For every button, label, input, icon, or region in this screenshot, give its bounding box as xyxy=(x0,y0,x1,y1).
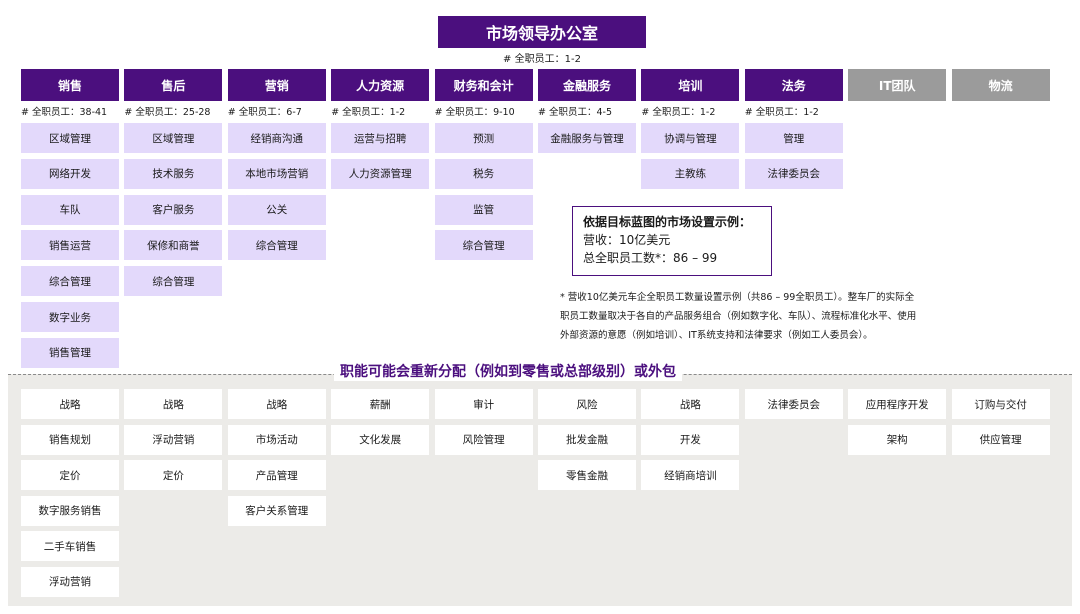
department-header: IT团队 xyxy=(848,69,947,101)
department-fte: # 全职员工：1-2 xyxy=(331,107,406,118)
reallocated-function-cell: 法律委员会 xyxy=(744,389,843,419)
function-cell: 网络开发 xyxy=(21,158,119,189)
function-cell: 人力资源管理 xyxy=(331,158,430,189)
function-cell: 公关 xyxy=(227,194,326,225)
function-cell: 保修和商誉 xyxy=(124,230,223,261)
reallocated-function-cell: 批发金融 xyxy=(538,424,636,455)
footnote-marker: * xyxy=(560,292,565,303)
reallocated-function-cell: 数字服务销售 xyxy=(21,495,119,526)
function-cell: 综合管理 xyxy=(227,230,326,261)
reallocated-function-cell: 应用程序开发 xyxy=(848,389,947,419)
reallocated-function-cell: 风险管理 xyxy=(434,424,533,455)
function-cell: 区域管理 xyxy=(124,123,223,153)
reallocated-function-cell: 产品管理 xyxy=(227,460,326,490)
function-cell: 金融服务与管理 xyxy=(538,123,636,153)
reallocated-function-cell: 定价 xyxy=(21,460,119,490)
reallocated-function-cell: 浮动营销 xyxy=(21,566,119,597)
function-cell: 协调与管理 xyxy=(641,123,740,153)
function-cell: 销售管理 xyxy=(21,337,119,368)
department-fte: # 全职员工：38-41 xyxy=(21,107,108,118)
footnote-line-1: * 营收10亿美元车企全职员工数量设置示例（共86 – 99全职员工）。整车厂的… xyxy=(560,292,915,303)
function-cell: 综合管理 xyxy=(21,266,119,297)
reallocated-function-cell: 薪酬 xyxy=(331,389,430,419)
reallocated-function-cell: 架构 xyxy=(848,424,947,455)
reallocated-function-cell: 客户关系管理 xyxy=(227,495,326,526)
function-cell: 监管 xyxy=(434,194,533,225)
function-cell: 技术服务 xyxy=(124,158,223,189)
reallocated-function-cell: 浮动营销 xyxy=(124,424,223,455)
department-header: 营销 xyxy=(227,69,326,101)
top-office-header: 市场领导办公室 xyxy=(438,16,646,48)
reallocated-function-cell: 风险 xyxy=(538,389,636,419)
reallocated-function-cell: 二手车销售 xyxy=(21,531,119,561)
function-cell: 预测 xyxy=(434,123,533,153)
function-cell: 主教练 xyxy=(641,158,740,189)
department-fte: # 全职员工：4-5 xyxy=(538,107,612,118)
department-header: 售后 xyxy=(124,69,223,101)
department-header: 销售 xyxy=(21,69,119,101)
reallocated-function-cell: 零售金融 xyxy=(538,460,636,490)
function-cell: 销售运营 xyxy=(21,230,119,261)
reallocated-function-cell: 订购与交付 xyxy=(951,389,1050,419)
reallocated-function-cell: 战略 xyxy=(124,389,223,419)
department-header: 物流 xyxy=(951,69,1050,101)
reallocated-function-cell: 定价 xyxy=(124,460,223,490)
reallocated-function-cell: 市场活动 xyxy=(227,424,326,455)
function-cell: 本地市场营销 xyxy=(227,158,326,189)
function-cell: 数字业务 xyxy=(21,302,119,332)
function-cell: 经销商沟通 xyxy=(227,123,326,153)
function-cell: 运营与招聘 xyxy=(331,123,430,153)
department-fte: # 全职员工：25-28 xyxy=(124,107,211,118)
department-fte: # 全职员工：6-7 xyxy=(227,107,302,118)
footnote-line-3: 外部资源的意愿（例如培训）、IT系统支持和法律要求（例如工人委员会）。 xyxy=(560,330,873,341)
reallocated-function-cell: 销售规划 xyxy=(21,424,119,455)
footnote-line-2: 职员工数量取决于各自的产品服务组合（例如数字化、车队）、流程标准化水平、使用 xyxy=(560,311,917,322)
reallocation-label: 职能可能会重新分配（例如到零售或总部级别）或外包 xyxy=(334,361,682,381)
function-cell: 综合管理 xyxy=(434,230,533,261)
reallocated-function-cell: 战略 xyxy=(21,389,119,419)
example-total-fte: 总全职员工数*：86 – 99 xyxy=(583,251,718,265)
function-cell: 综合管理 xyxy=(124,266,223,297)
department-header: 财务和会计 xyxy=(434,69,533,101)
department-fte: # 全职员工：1-2 xyxy=(744,107,819,118)
function-cell: 区域管理 xyxy=(21,123,119,153)
department-fte: # 全职员工：9-10 xyxy=(434,107,515,118)
department-fte: # 全职员工：1-2 xyxy=(641,107,716,118)
top-office-fte: # 全职员工：1-2 xyxy=(503,54,581,65)
example-heading: 依据目标蓝图的市场设置示例： xyxy=(583,215,752,229)
function-cell: 车队 xyxy=(21,194,119,225)
market-setup-example-box: 依据目标蓝图的市场设置示例： 营收：10亿美元 总全职员工数*：86 – 99 xyxy=(572,206,772,276)
reallocated-function-cell: 战略 xyxy=(641,389,740,419)
example-revenue: 营收：10亿美元 xyxy=(583,233,671,247)
reallocated-function-cell: 开发 xyxy=(641,424,740,455)
department-header: 培训 xyxy=(641,69,740,101)
footnote: * 营收10亿美元车企全职员工数量设置示例（共86 – 99全职员工）。整车厂的… xyxy=(560,288,968,345)
function-cell: 法律委员会 xyxy=(744,158,843,189)
department-header: 人力资源 xyxy=(331,69,430,101)
reallocated-function-cell: 战略 xyxy=(227,389,326,419)
reallocated-function-cell: 供应管理 xyxy=(951,424,1050,455)
function-cell: 税务 xyxy=(434,158,533,189)
department-header: 金融服务 xyxy=(538,69,636,101)
reallocated-function-cell: 经销商培训 xyxy=(641,460,740,490)
reallocated-function-cell: 文化发展 xyxy=(331,424,430,455)
reallocated-function-cell: 审计 xyxy=(434,389,533,419)
department-header: 法务 xyxy=(744,69,843,101)
function-cell: 管理 xyxy=(744,123,843,153)
function-cell: 客户服务 xyxy=(124,194,223,225)
